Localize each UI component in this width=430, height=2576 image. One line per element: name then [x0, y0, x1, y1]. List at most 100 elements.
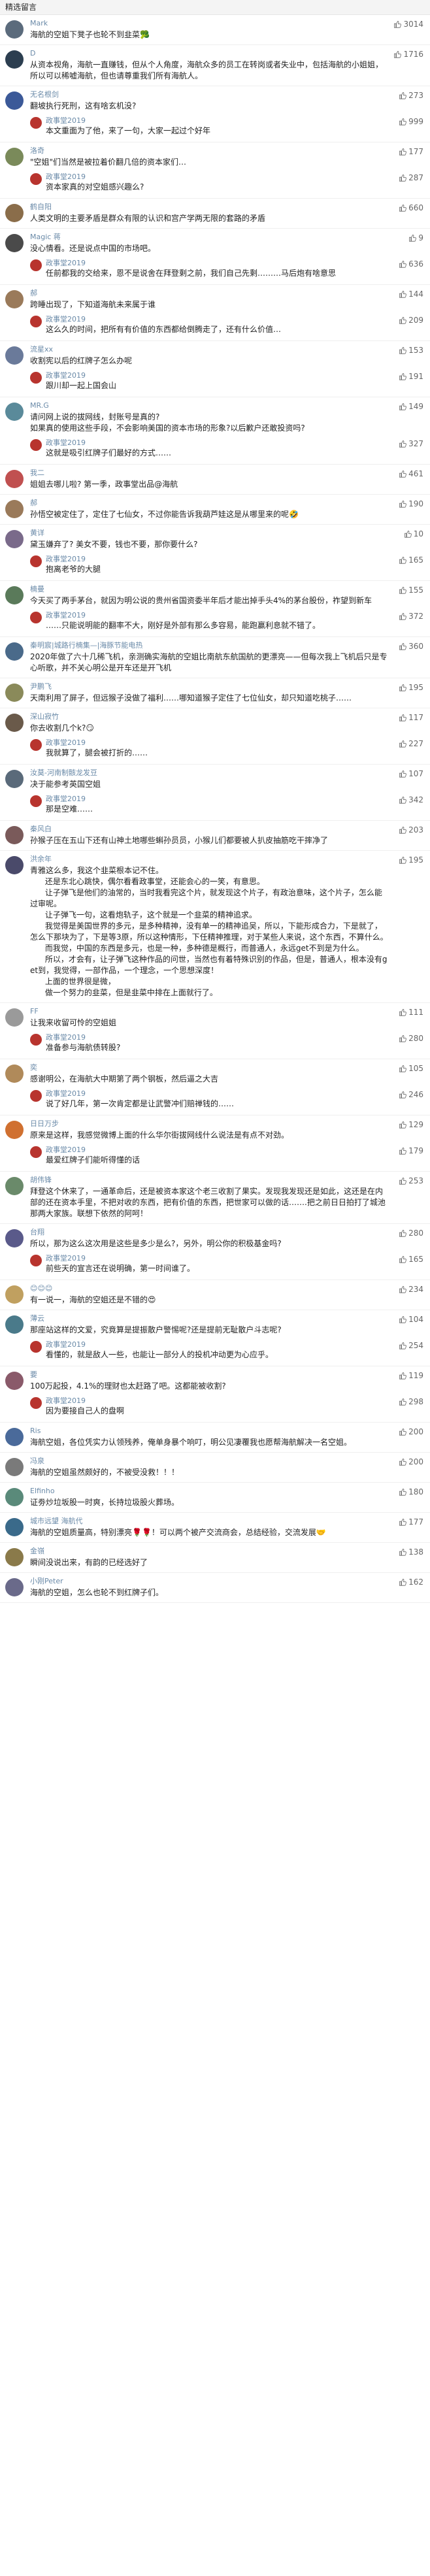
- reply-like-button[interactable]: 191: [399, 372, 423, 381]
- commenter-name[interactable]: Elfinho: [30, 1487, 370, 1496]
- author-name[interactable]: 政事堂2019: [46, 1254, 425, 1263]
- commenter-name[interactable]: 要: [30, 1370, 370, 1379]
- avatar[interactable]: [5, 1428, 24, 1446]
- commenter-name[interactable]: 小刚Peter: [30, 1577, 370, 1586]
- like-button[interactable]: 107: [399, 769, 423, 778]
- author-avatar[interactable]: [30, 555, 42, 567]
- commenter-name[interactable]: Magic 蒋: [30, 233, 370, 242]
- avatar[interactable]: [5, 1372, 24, 1390]
- avatar[interactable]: [5, 826, 24, 844]
- avatar[interactable]: [5, 1458, 24, 1476]
- reply-like-button[interactable]: 246: [399, 1090, 423, 1099]
- like-button[interactable]: 1716: [393, 50, 423, 59]
- commenter-name[interactable]: 我二: [30, 469, 370, 478]
- like-button[interactable]: 190: [399, 499, 423, 508]
- avatar[interactable]: [5, 290, 24, 308]
- like-button[interactable]: 153: [399, 346, 423, 355]
- avatar[interactable]: [5, 856, 24, 874]
- like-button[interactable]: 144: [399, 289, 423, 299]
- reply-like-button[interactable]: 342: [399, 795, 423, 804]
- reply-like-button[interactable]: 209: [399, 316, 423, 325]
- like-button[interactable]: 461: [399, 469, 423, 478]
- like-button[interactable]: 180: [399, 1487, 423, 1496]
- reply-like-button[interactable]: 327: [399, 439, 423, 448]
- avatar[interactable]: [5, 234, 24, 252]
- avatar[interactable]: [5, 684, 24, 702]
- like-button[interactable]: 203: [399, 825, 423, 834]
- reply-like-button[interactable]: 254: [399, 1341, 423, 1350]
- commenter-name[interactable]: 秦明宸|城路行楠集—|海豚节能电热: [30, 641, 370, 650]
- avatar[interactable]: [5, 1285, 24, 1304]
- avatar[interactable]: [5, 500, 24, 518]
- author-name[interactable]: 政事堂2019: [46, 315, 425, 324]
- author-avatar[interactable]: [30, 1034, 42, 1046]
- avatar[interactable]: [5, 642, 24, 661]
- author-name[interactable]: 政事堂2019: [46, 795, 425, 804]
- like-button[interactable]: 195: [399, 855, 423, 865]
- like-button[interactable]: 660: [399, 203, 423, 212]
- reply-like-button[interactable]: 165: [399, 1255, 423, 1264]
- like-button[interactable]: 155: [399, 586, 423, 595]
- commenter-name[interactable]: 尹鹏飞: [30, 682, 370, 691]
- author-name[interactable]: 政事堂2019: [46, 1146, 425, 1155]
- like-button[interactable]: 10: [404, 529, 423, 538]
- author-avatar[interactable]: [30, 612, 42, 623]
- avatar[interactable]: [5, 91, 24, 110]
- reply-like-button[interactable]: 636: [399, 259, 423, 269]
- author-name[interactable]: 政事堂2019: [46, 1340, 425, 1349]
- author-name[interactable]: 政事堂2019: [46, 371, 425, 380]
- commenter-name[interactable]: 金嶺: [30, 1547, 370, 1556]
- like-button[interactable]: 9: [408, 233, 423, 242]
- author-avatar[interactable]: [30, 117, 42, 129]
- avatar[interactable]: [5, 346, 24, 365]
- commenter-name[interactable]: 汝莫-河南制骸龙发豆: [30, 768, 370, 778]
- like-button[interactable]: 111: [399, 1008, 423, 1017]
- commenter-name[interactable]: 城市远望 海航代: [30, 1517, 370, 1526]
- author-name[interactable]: 政事堂2019: [46, 1033, 425, 1042]
- reply-like-button[interactable]: 287: [399, 173, 423, 182]
- avatar[interactable]: [5, 20, 24, 39]
- avatar[interactable]: [5, 1121, 24, 1139]
- commenter-name[interactable]: 冯泉: [30, 1457, 370, 1466]
- like-button[interactable]: 129: [399, 1120, 423, 1129]
- avatar[interactable]: [5, 1229, 24, 1247]
- avatar[interactable]: [5, 1578, 24, 1596]
- author-name[interactable]: 政事堂2019: [46, 611, 425, 620]
- like-button[interactable]: 104: [399, 1315, 423, 1324]
- reply-like-button[interactable]: 227: [399, 739, 423, 748]
- like-button[interactable]: 117: [399, 713, 423, 722]
- like-button[interactable]: 360: [399, 642, 423, 651]
- author-avatar[interactable]: [30, 1090, 42, 1102]
- avatar[interactable]: [5, 148, 24, 166]
- commenter-name[interactable]: 😊😊😊: [30, 1284, 370, 1293]
- author-avatar[interactable]: [30, 439, 42, 451]
- commenter-name[interactable]: Mark: [30, 19, 370, 28]
- author-avatar[interactable]: [30, 372, 42, 384]
- commenter-name[interactable]: 奕: [30, 1063, 370, 1072]
- commenter-name[interactable]: MR.G: [30, 401, 370, 410]
- commenter-name[interactable]: 洛奇: [30, 146, 370, 156]
- like-button[interactable]: 105: [399, 1064, 423, 1073]
- author-avatar[interactable]: [30, 259, 42, 271]
- avatar[interactable]: [5, 586, 24, 604]
- commenter-name[interactable]: 秦风白: [30, 825, 370, 834]
- author-name[interactable]: 政事堂2019: [46, 259, 425, 268]
- author-avatar[interactable]: [30, 1146, 42, 1158]
- reply-like-button[interactable]: 999: [399, 117, 423, 126]
- reply-like-button[interactable]: 298: [399, 1397, 423, 1406]
- avatar[interactable]: [5, 470, 24, 488]
- author-name[interactable]: 政事堂2019: [46, 116, 425, 125]
- avatar[interactable]: [5, 1518, 24, 1536]
- author-avatar[interactable]: [30, 1397, 42, 1409]
- commenter-name[interactable]: 黄详: [30, 529, 370, 538]
- commenter-name[interactable]: 胡伟锋: [30, 1176, 370, 1185]
- author-name[interactable]: 政事堂2019: [46, 1396, 425, 1406]
- like-button[interactable]: 200: [399, 1427, 423, 1436]
- avatar[interactable]: [5, 1315, 24, 1334]
- avatar[interactable]: [5, 204, 24, 222]
- author-avatar[interactable]: [30, 1255, 42, 1266]
- avatar[interactable]: [5, 1488, 24, 1506]
- like-button[interactable]: 138: [399, 1547, 423, 1557]
- avatar[interactable]: [5, 1548, 24, 1566]
- commenter-name[interactable]: FF: [30, 1007, 370, 1016]
